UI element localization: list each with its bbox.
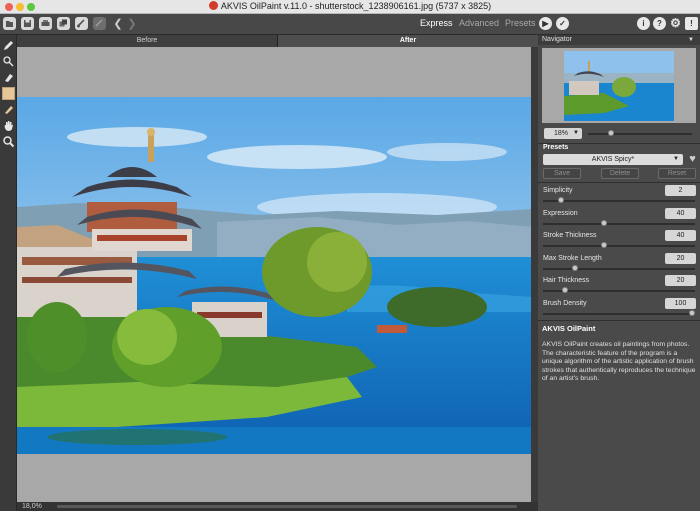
save-preset-button[interactable]: Save — [543, 168, 581, 179]
favorite-icon[interactable]: ♥ — [687, 154, 698, 165]
navigator-title-bar: Navigator ▼ — [538, 35, 700, 45]
restore-icon[interactable] — [2, 103, 15, 116]
simplicity-slider[interactable] — [543, 200, 695, 202]
simplicity-slider-knob[interactable] — [557, 197, 564, 203]
stroke-direction-icon[interactable] — [2, 55, 15, 68]
run-icon[interactable]: ▶ — [539, 17, 552, 30]
brush-density-label: Brush Density — [543, 300, 587, 307]
brush-icon[interactable] — [2, 39, 15, 52]
print-icon[interactable] — [39, 17, 52, 30]
zoom-status: 18,0% — [22, 503, 42, 510]
open-icon[interactable] — [3, 17, 16, 30]
help-icon[interactable]: ? — [653, 17, 666, 30]
tab-after[interactable]: After — [278, 35, 538, 47]
divider — [538, 320, 700, 321]
zoom-value: 18% — [554, 130, 569, 137]
image-canvas[interactable] — [17, 47, 538, 502]
hair-thickness-value[interactable]: 20 — [665, 275, 696, 287]
hair-thickness-slider-knob[interactable] — [561, 287, 568, 294]
status-bar: 18,0% — [17, 502, 538, 511]
color-swatch[interactable] — [2, 87, 15, 100]
brush-density-slider-knob[interactable] — [689, 310, 695, 316]
tab-before[interactable]: Before — [17, 35, 278, 47]
reset-preset-button[interactable]: Reset — [658, 168, 696, 179]
info-icon[interactable]: i — [637, 17, 650, 30]
expression-value[interactable]: 40 — [665, 207, 696, 219]
window-title-container: AKVIS OilPaint v.11.0 - shutterstock_123… — [0, 1, 700, 11]
brush-density-slider[interactable] — [543, 313, 695, 315]
delete-preset-button[interactable]: Delete — [601, 168, 639, 179]
max-stroke-length-slider-knob[interactable] — [572, 264, 579, 271]
app-window: AKVIS OilPaint v.11.0 - shutterstock_123… — [0, 0, 700, 511]
description-text: AKVIS OilPaint creates oil paintings fro… — [542, 341, 696, 382]
max-stroke-length-value[interactable]: 20 — [665, 252, 696, 264]
max-stroke-length-slider[interactable] — [543, 267, 695, 270]
redo-icon[interactable]: ❯ — [126, 17, 138, 31]
preferences-icon[interactable] — [93, 17, 106, 30]
oil-painting-image[interactable] — [17, 97, 533, 454]
notifications-icon[interactable]: ! — [685, 17, 698, 30]
panel-menu-icon[interactable]: ▼ — [688, 35, 694, 45]
max-stroke-length-label: Max Stroke Length — [543, 254, 602, 262]
simplicity-value[interactable]: 2 — [665, 185, 696, 196]
zoom-icon[interactable] — [2, 135, 15, 148]
zoom-select[interactable]: 18% ▼ — [544, 128, 582, 139]
preset-value: AKVIS Spicy* — [591, 156, 635, 163]
batch-icon[interactable] — [57, 17, 70, 30]
divider — [538, 182, 700, 183]
title-bar: AKVIS OilPaint v.11.0 - shutterstock_123… — [0, 0, 700, 14]
stroke-thickness-slider-knob[interactable] — [601, 242, 608, 249]
zoom-slider-knob[interactable] — [608, 130, 614, 136]
window-title: AKVIS OilPaint v.11.0 - shutterstock_123… — [220, 1, 492, 11]
share-icon[interactable] — [75, 17, 88, 30]
tab-advanced[interactable]: Advanced — [459, 18, 499, 28]
tool-panel — [0, 35, 17, 511]
hair-thickness-label: Hair Thickness — [543, 277, 590, 285]
app-logo-icon — [208, 1, 218, 10]
chevron-down-icon: ▼ — [573, 130, 579, 136]
toolbar: ❮ ❯ Express Advanced Presets ▶ ✓ i ? ⚙ ! — [0, 14, 700, 35]
simplicity-label: Simplicity — [543, 187, 573, 194]
hand-icon[interactable] — [2, 119, 15, 132]
brush-density-value[interactable]: 100 — [665, 298, 696, 309]
navigator-frame — [542, 48, 696, 123]
stroke-thickness-label: Stroke Thickness — [543, 232, 597, 240]
zoom-slider-track[interactable] — [588, 133, 692, 135]
presets-title: Presets — [543, 144, 569, 151]
tab-express[interactable]: Express — [420, 18, 453, 28]
tab-presets[interactable]: Presets — [505, 18, 536, 28]
horizontal-scrollbar[interactable] — [57, 505, 517, 508]
eraser-icon[interactable] — [2, 71, 15, 84]
expression-slider-knob[interactable] — [601, 219, 608, 226]
vertical-scrollbar[interactable] — [531, 47, 538, 502]
stroke-thickness-slider[interactable] — [543, 245, 695, 248]
chevron-down-icon: ▼ — [673, 156, 679, 162]
navigator-thumbnail[interactable] — [564, 51, 674, 121]
view-tabs: Before After — [17, 35, 538, 47]
description-title: AKVIS OilPaint — [542, 324, 596, 333]
expression-label: Expression — [543, 209, 578, 217]
save-icon[interactable] — [21, 17, 34, 30]
expression-slider[interactable] — [543, 222, 695, 225]
undo-icon[interactable]: ❮ — [112, 17, 124, 31]
settings-icon[interactable]: ⚙ — [669, 17, 682, 30]
navigator-title: Navigator — [542, 36, 572, 43]
apply-icon[interactable]: ✓ — [556, 17, 569, 30]
preset-select[interactable]: AKVIS Spicy* ▼ — [543, 154, 683, 165]
stroke-thickness-value[interactable]: 40 — [665, 230, 696, 242]
settings-panel: Navigator ▼ 18% ▼ Presets AKVIS Spicy* ▼… — [538, 35, 700, 511]
